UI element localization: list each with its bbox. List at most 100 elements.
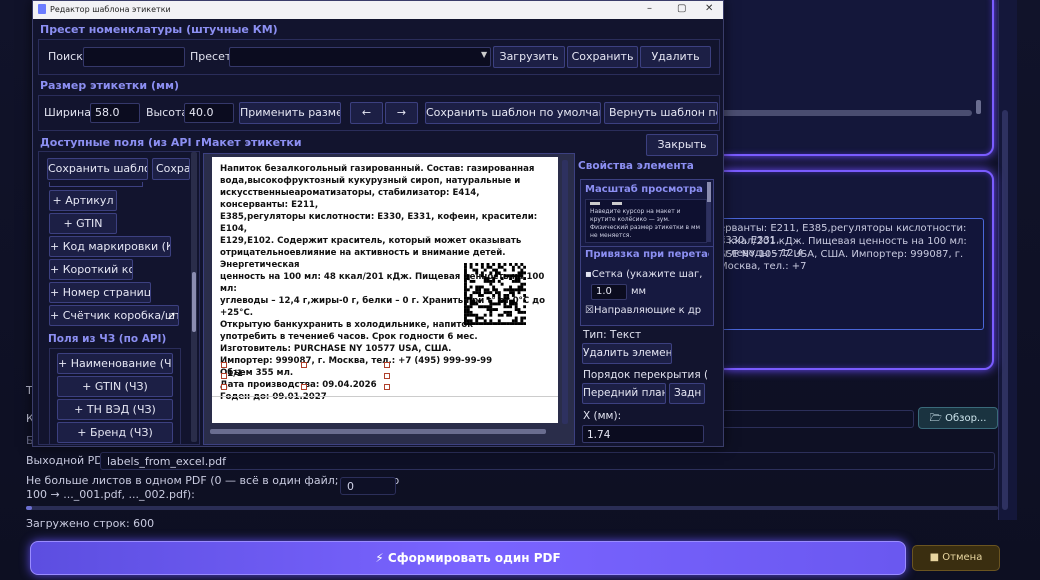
field-name-cz-button[interactable]: + Наименование (ЧЗ) — [57, 353, 173, 374]
element-properties-panel: Свойства элемента Масштаб просмотра Наве… — [577, 153, 717, 443]
chevron-down-icon[interactable]: ▼ — [481, 50, 487, 59]
field-marking-code-button[interactable]: + Код маркировки (КМ) — [49, 236, 171, 257]
canvas-hscrollbar[interactable] — [210, 429, 546, 434]
field-tnved-cz-button[interactable]: + ТН ВЭД (ЧЗ) — [57, 399, 173, 420]
title-bar[interactable]: Редактор шаблона этикетки – ▢ ✕ — [33, 1, 723, 19]
zoom-scrollbar[interactable] — [707, 182, 711, 242]
label-text-line: употребить в течение6 часов. Срок годнос… — [220, 332, 478, 342]
zoom-bar-right — [612, 202, 622, 205]
restore-default-template-button[interactable]: Вернуть шаблон по умо — [604, 102, 718, 124]
save-template-button[interactable]: Сохранить шаблон — [47, 158, 148, 180]
resize-handle[interactable] — [221, 362, 227, 368]
label-text-line: E385,регуляторы кислотности: E330, E331,… — [220, 212, 538, 234]
send-to-back-button[interactable]: Задн — [669, 383, 705, 404]
maximize-icon[interactable]: ▢ — [677, 3, 686, 14]
folder-icon: 🗁 — [929, 413, 946, 424]
generate-pdf-button[interactable]: ⚡ Сформировать один PDF — [30, 541, 906, 575]
apply-size-button[interactable]: Применить размер — [239, 102, 341, 124]
label-text-line: Напиток безалкогольный газированный. Сос… — [220, 164, 535, 174]
cancel-label: Отмена — [942, 552, 983, 563]
label-text-line: E129,E102. Содержит краситель, который м… — [220, 236, 522, 246]
zoom-scrollbar-thumb[interactable] — [707, 182, 711, 202]
width-label: Ширина: — [44, 106, 95, 119]
label-text-line: вода,высокофруктозный кукурузный сироп, … — [220, 176, 521, 186]
label-template-editor-window: Редактор шаблона этикетки – ▢ ✕ Пресет н… — [32, 0, 724, 447]
resize-handle[interactable] — [384, 362, 390, 368]
zoom-bar-left — [590, 202, 600, 205]
arrow-right-button[interactable]: → — [385, 102, 418, 124]
label-text-line: искусственныеароматизаторы, стабилизатор… — [220, 188, 480, 210]
template-path-input[interactable] — [722, 410, 914, 428]
z-order-label: Порядок перекрытия (кто — [583, 369, 707, 381]
stop-icon: ■ — [929, 552, 943, 563]
preset-select[interactable] — [229, 47, 491, 67]
checkbox-icon: ▪ — [585, 269, 592, 280]
datamatrix-code[interactable] — [464, 263, 526, 325]
output-pdf-input[interactable]: labels_from_excel.pdf — [100, 452, 995, 470]
field-gtin-button[interactable]: + GTIN — [49, 213, 117, 234]
zoom-title: Масштаб просмотра — [585, 184, 703, 195]
field-short-code-button[interactable]: + Короткий код — [49, 259, 133, 280]
browse-label: Обзор... — [945, 413, 987, 424]
field-article-button[interactable]: + Артикул — [49, 190, 117, 211]
grid-step-input[interactable]: 1.0 — [591, 284, 627, 300]
bring-to-front-button[interactable]: Передний план — [582, 383, 666, 404]
label-paper[interactable]: Напиток безалкогольный газированный. Сос… — [212, 157, 558, 423]
resize-handle[interactable] — [301, 362, 307, 368]
field-page-number-button[interactable]: + Номер страницы — [49, 282, 151, 303]
max-sheets-label-2: 100 → ..._001.pdf, ..._002.pdf): — [26, 488, 195, 501]
delete-preset-button[interactable]: Удалить — [640, 46, 711, 68]
size-section-title: Размер этикетки (мм) — [40, 79, 179, 92]
layout-section-title: Макет этикетки — [201, 136, 302, 149]
preview-line: ASE NY 10577 USA, США. Импортер: 999087,… — [719, 249, 964, 272]
lightning-icon: ⚡ — [375, 551, 388, 565]
horizontal-scrollbar[interactable] — [700, 110, 972, 116]
field-gtin-cz-button[interactable]: + GTIN (ЧЗ) — [57, 376, 173, 397]
save-preset-button[interactable]: Сохранить — [567, 46, 638, 68]
field-box-counter-button[interactable]: + Счётчик коробка/штуке — [49, 305, 179, 326]
max-sheets-value: 0 — [347, 480, 354, 493]
cancel-button[interactable]: ■ Отмена — [912, 545, 1000, 571]
clipped-field-button — [49, 182, 143, 187]
canvas-vscrollbar[interactable] — [562, 160, 568, 424]
max-sheets-spinbox[interactable]: 0 — [340, 477, 396, 495]
load-preset-button[interactable]: Загрузить — [493, 46, 565, 68]
fields-scrollbar[interactable] — [191, 152, 197, 442]
minimize-icon[interactable]: – — [647, 3, 652, 14]
resize-handle[interactable] — [301, 384, 307, 390]
resize-handle[interactable] — [221, 384, 227, 390]
label-text-line: Годен до: 09.01.2027 — [220, 392, 327, 402]
generate-pdf-label: Сформировать один PDF — [387, 551, 561, 565]
grid-checkbox[interactable]: ▪Сетка (укажите шаг, — [585, 269, 709, 280]
element-type-label: Тип: Текст — [583, 329, 642, 341]
label-canvas[interactable]: Напиток безалкогольный газированный. Сос… — [203, 153, 575, 445]
field-brand-cz-button[interactable]: + Бренд (ЧЗ) — [57, 422, 173, 443]
outer-scrollbar-thumb[interactable] — [1002, 110, 1008, 510]
x-coordinate-input[interactable]: 1.74 — [582, 425, 704, 443]
progress-track — [26, 506, 998, 510]
loaded-rows-status: Загружено строк: 600 — [26, 517, 155, 530]
browse-button[interactable]: 🗁 Обзор... — [918, 407, 998, 429]
preview-text-box: ерванты: E211, E385,регуляторы кислотнос… — [708, 218, 984, 330]
grid-unit: мм — [631, 286, 647, 297]
top-panel — [690, 0, 994, 156]
height-input[interactable]: 40.0 — [184, 103, 234, 123]
fields-scrollbar-thumb[interactable] — [192, 272, 196, 332]
save-partial-button[interactable]: Сохра — [152, 158, 190, 180]
window-title: Редактор шаблона этикетки — [50, 5, 171, 14]
search-label: Поиск: — [48, 50, 87, 63]
search-input[interactable] — [83, 47, 185, 67]
delete-element-button[interactable]: Удалить элемент — [582, 343, 672, 364]
width-input[interactable]: 58.0 — [90, 103, 140, 123]
guides-checkbox[interactable]: ☒Направляющие к др — [585, 305, 709, 316]
progress-fill — [26, 506, 32, 510]
app-icon — [38, 4, 46, 14]
page-counter-element[interactable]: 1/1 — [227, 369, 243, 379]
save-default-template-button[interactable]: Сохранить шаблон по умолчанию — [425, 102, 601, 124]
resize-handle[interactable] — [384, 373, 390, 379]
outer-scroll-area — [998, 0, 1017, 520]
vertical-scrollbar-thumb[interactable] — [976, 100, 981, 114]
arrow-left-button[interactable]: ← — [350, 102, 383, 124]
close-icon[interactable]: ✕ — [705, 3, 713, 14]
resize-handle[interactable] — [384, 384, 390, 390]
